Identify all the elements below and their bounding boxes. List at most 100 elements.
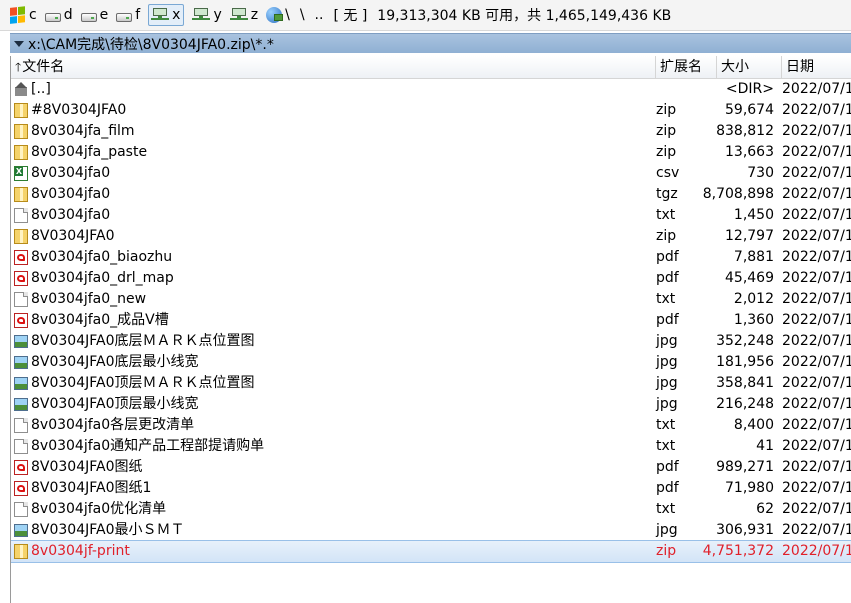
drive-button-y[interactable]: y: [192, 4, 222, 26]
file-row[interactable]: 8v0304jfa_film zip 838,812 2022/07/19: [11, 121, 851, 142]
file-row[interactable]: [..] <DIR> 2022/07/19: [11, 79, 851, 100]
file-ext: pdf: [656, 312, 679, 328]
file-date: 2022/07/19: [782, 228, 851, 244]
drive-button-x[interactable]: x: [148, 4, 185, 26]
file-row[interactable]: 8v0304jfa0 txt 1,450 2022/07/19: [11, 205, 851, 226]
file-size: 71,980: [725, 480, 774, 496]
text-file-icon: [14, 292, 28, 307]
file-date: 2022/07/19: [782, 375, 851, 391]
file-date: 2022/07/19: [782, 312, 851, 328]
column-title-name: 文件名: [22, 59, 65, 75]
file-ext: zip: [656, 228, 677, 244]
drive-button-d[interactable]: d: [44, 4, 73, 26]
file-row[interactable]: 8V0304JFA0图纸1 pdf 71,980 2022/07/19: [11, 478, 851, 499]
file-size: 13,663: [725, 144, 774, 160]
file-ext: zip: [656, 543, 677, 559]
file-row[interactable]: 8v0304jfa0各层更改清单 txt 8,400 2022/07/19: [11, 415, 851, 436]
column-title-size: 大小: [721, 59, 749, 75]
file-row[interactable]: 8V0304JFA0顶层最小线宽 jpg 216,248 2022/07/19: [11, 394, 851, 415]
drive-label: \: [285, 7, 290, 23]
file-name: 8v0304jfa0通知产品工程部提请购单: [31, 438, 265, 454]
file-name: 8v0304jfa0: [31, 165, 111, 181]
file-row[interactable]: 8v0304jfa0_drl_map pdf 45,469 2022/07/19: [11, 268, 851, 289]
drive-bar: c d e f x y z \ \ .. [ 无 ] 19,313,304 KB…: [0, 0, 851, 31]
file-ext: jpg: [656, 354, 678, 370]
zip-icon: [14, 229, 28, 244]
column-header-ext[interactable]: 扩展名: [656, 56, 717, 78]
file-row[interactable]: 8V0304JFA0最小ＳＭＴ jpg 306,931 2022/07/19: [11, 520, 851, 541]
file-row[interactable]: 8v0304jfa0 csv 730 2022/07/19: [11, 163, 851, 184]
column-header-size[interactable]: 大小: [717, 56, 782, 78]
file-size: 989,271: [716, 459, 774, 475]
path-bar[interactable]: x:\CAM完成\待检\8V0304JFA0.zip\*.*: [10, 33, 851, 53]
file-panel[interactable]: 🡑文件名 扩展名 大小 日期 [..]<DIR>2022/07/19#8V030…: [10, 56, 851, 603]
free-space-info: 19,313,304 KB 可用，共 1,465,149,436 KB: [377, 8, 672, 24]
file-list: [..] <DIR> 2022/07/19 #8V0304JFA0 zip 59,674 2…: [11, 79, 851, 563]
file-row[interactable]: 8v0304jfa0_成品V槽 pdf 1,360 2022/07/19: [11, 310, 851, 331]
file-date: 2022/07/19: [782, 270, 851, 286]
drive-button-z[interactable]: z: [229, 4, 259, 26]
file-row[interactable]: 8v0304jfa0_new txt 2,012 2022/07/19: [11, 289, 851, 310]
current-path: x:\CAM完成\待检\8V0304JFA0.zip\*.*: [28, 36, 274, 53]
file-ext: zip: [656, 144, 677, 160]
drive-button-network[interactable]: \: [266, 4, 290, 26]
chevron-down-icon[interactable]: [14, 40, 24, 47]
file-name: 8v0304jfa_film: [31, 123, 135, 139]
file-row[interactable]: 8V0304JFA0底层ＭＡＲＫ点位置图 jpg 352,248 2022/07/19: [11, 331, 851, 352]
column-title-date: 日期: [786, 59, 814, 75]
drive-button-e[interactable]: e: [80, 4, 108, 26]
file-row[interactable]: 8V0304JFA0图纸 pdf 989,271 2022/07/19: [11, 457, 851, 478]
pdf-icon: [14, 313, 28, 328]
file-size: 8,400: [733, 417, 774, 433]
file-ext: txt: [656, 291, 676, 307]
file-ext: pdf: [656, 249, 679, 265]
image-file-icon: [14, 398, 28, 411]
file-row[interactable]: 8v0304jfa0优化清单 txt 62 2022/07/19: [11, 499, 851, 520]
file-name: 8v0304jfa_paste: [31, 144, 148, 160]
file-size: 730: [747, 165, 774, 181]
file-date: 2022/07/19: [782, 522, 851, 538]
file-row[interactable]: 8v0304jf-print zip 4,751,372 2022/07/19: [11, 540, 851, 563]
file-row[interactable]: 8V0304JFA0 zip 12,797 2022/07/19: [11, 226, 851, 247]
file-row[interactable]: 8V0304JFA0底层最小线宽 jpg 181,956 2022/07/19: [11, 352, 851, 373]
file-size: 62: [756, 501, 774, 517]
file-ext: jpg: [656, 375, 678, 391]
parent-dir-button[interactable]: ..: [315, 7, 324, 23]
file-ext: zip: [656, 123, 677, 139]
file-ext: pdf: [656, 270, 679, 286]
file-date: 2022/07/19: [782, 207, 851, 223]
file-name: 8v0304jfa0_biaozhu: [31, 249, 173, 265]
file-ext: pdf: [656, 480, 679, 496]
file-name: 8V0304JFA0顶层最小线宽: [31, 396, 199, 412]
file-row[interactable]: 8v0304jfa0 tgz 8,708,898 2022/07/19: [11, 184, 851, 205]
zip-icon: [14, 145, 28, 160]
drive-label: c: [29, 7, 37, 23]
file-name: 8V0304JFA0图纸1: [31, 480, 152, 496]
file-row[interactable]: 8v0304jfa0_biaozhu pdf 7,881 2022/07/19: [11, 247, 851, 268]
file-ext: pdf: [656, 459, 679, 475]
file-row[interactable]: #8V0304JFA0 zip 59,674 2022/07/19: [11, 100, 851, 121]
file-size: 306,931: [716, 522, 774, 538]
file-row[interactable]: 8V0304JFA0顶层ＭＡＲＫ点位置图 jpg 358,841 2022/07/19: [11, 373, 851, 394]
pdf-icon: [14, 271, 28, 286]
file-size: 8,708,898: [702, 186, 774, 202]
root-dir-button[interactable]: \: [300, 7, 305, 23]
file-size: 12,797: [725, 228, 774, 244]
column-header: 🡑文件名 扩展名 大小 日期: [11, 56, 851, 79]
column-header-date[interactable]: 日期: [782, 56, 851, 78]
file-size: 45,469: [725, 270, 774, 286]
file-row[interactable]: 8v0304jfa_paste zip 13,663 2022/07/19: [11, 142, 851, 163]
file-size: 181,956: [716, 354, 774, 370]
file-name: 8v0304jfa0各层更改清单: [31, 417, 195, 433]
file-date: 2022/07/19: [782, 333, 851, 349]
pdf-icon: [14, 460, 28, 475]
drive-button-c[interactable]: c: [10, 4, 37, 26]
drive-label: z: [250, 7, 259, 23]
file-date: 2022/07/19: [782, 291, 851, 307]
column-header-name[interactable]: 🡑文件名: [11, 56, 656, 78]
file-ext: txt: [656, 207, 676, 223]
file-date: 2022/07/19: [782, 480, 851, 496]
file-name: 8v0304jfa0: [31, 186, 111, 202]
drive-button-f[interactable]: f: [116, 4, 140, 26]
file-row[interactable]: 8v0304jfa0通知产品工程部提请购单 txt 41 2022/07/19: [11, 436, 851, 457]
